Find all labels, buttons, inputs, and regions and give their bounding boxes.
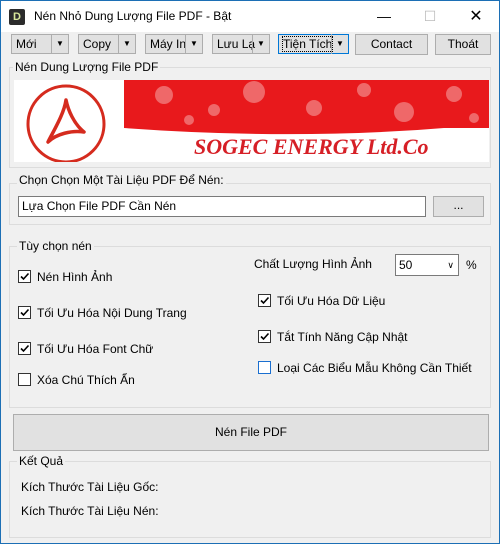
optimize-data-label: Tối Ưu Hóa Dữ Liệu (277, 294, 386, 308)
file-path-input[interactable]: Lựa Chọn File PDF Cần Nén (18, 196, 426, 217)
title-bar[interactable]: D Nén Nhỏ Dung Lượng File PDF - Bật — ☐ … (1, 1, 499, 32)
result-group (9, 461, 491, 538)
checkmark-icon (20, 308, 30, 317)
copy-dropdown[interactable]: Copy ▼ (78, 34, 136, 54)
checkmark-icon (20, 272, 30, 281)
new-dropdown[interactable]: Mới ▼ (11, 34, 69, 54)
close-button[interactable]: ✕ (453, 1, 499, 32)
chevron-down-icon: ∨ (447, 260, 454, 270)
contact-button[interactable]: Contact (355, 34, 428, 55)
chevron-down-icon: ▼ (118, 34, 135, 54)
compress-images-checkbox[interactable] (18, 270, 31, 283)
checkmark-icon (260, 332, 270, 341)
maximize-button[interactable]: ☐ (407, 1, 453, 32)
image-quality-select[interactable]: 50 ∨ (395, 254, 459, 276)
app-icon: D (9, 9, 25, 25)
file-group-label: Chọn Chọn Một Tài Liệu PDF Để Nén: (17, 173, 226, 187)
company-name: SOGEC ENERGY Ltd.Co (194, 134, 429, 159)
window-title: Nén Nhỏ Dung Lượng File PDF - Bật (34, 9, 232, 23)
banner-group-label: Nén Dung Lượng File PDF (13, 60, 161, 74)
chevron-down-icon: ▼ (185, 34, 202, 54)
printer-dropdown[interactable]: Máy In ▼ (145, 34, 203, 54)
checkmark-icon (260, 296, 270, 305)
chevron-down-icon: ▼ (331, 34, 348, 54)
optimize-content-checkbox[interactable] (18, 306, 31, 319)
compress-images-label: Nén Hình Ảnh (37, 270, 113, 284)
image-quality-value: 50 (399, 258, 413, 272)
optimize-content-label: Tối Ưu Hóa Nội Dung Trang (37, 306, 187, 320)
remove-forms-checkbox[interactable] (258, 361, 271, 374)
copy-label: Copy (83, 37, 112, 51)
chevron-down-icon: ▼ (252, 34, 269, 54)
utilities-label: Tiện Tích (281, 36, 334, 52)
save-label: Lưu Lạ (217, 37, 256, 51)
minimize-button[interactable]: — (361, 1, 407, 32)
result-group-label: Kết Quả (17, 454, 66, 468)
optimize-data-checkbox[interactable] (258, 294, 271, 307)
save-dropdown[interactable]: Lưu Lạ ▼ (212, 34, 270, 54)
disable-updates-checkbox[interactable] (258, 330, 271, 343)
remove-hidden-annotations-checkbox[interactable] (18, 373, 31, 386)
app-window: D Nén Nhỏ Dung Lượng File PDF - Bật — ☐ … (0, 0, 500, 544)
utilities-dropdown[interactable]: Tiện Tích ▼ (278, 34, 349, 54)
banner-graphic: SOGEC ENERGY Ltd.Co (14, 80, 489, 162)
percent-label: % (466, 258, 477, 272)
checkmark-icon (20, 344, 30, 353)
disable-updates-label: Tắt Tính Năng Cập Nhật (277, 330, 408, 344)
options-group-label: Tùy chọn nén (17, 239, 94, 253)
original-size-label: Kích Thước Tài Liệu Gốc: (21, 480, 159, 494)
company-banner: SOGEC ENERGY Ltd.Co (14, 80, 489, 162)
exit-button[interactable]: Thoát (435, 34, 491, 55)
printer-label: Máy In (150, 37, 187, 51)
optimize-fonts-checkbox[interactable] (18, 342, 31, 355)
image-quality-label: Chất Lượng Hình Ảnh (254, 257, 372, 271)
browse-button[interactable]: ... (433, 196, 484, 217)
chevron-down-icon: ▼ (51, 34, 68, 54)
compress-pdf-button[interactable]: Nén File PDF (13, 414, 489, 451)
remove-forms-label: Loại Các Biểu Mẫu Không Cần Thiết (277, 361, 472, 375)
new-label: Mới (16, 37, 37, 51)
remove-hidden-annotations-label: Xóa Chú Thích Ẩn (37, 373, 135, 387)
compressed-size-label: Kích Thước Tài Liệu Nén: (21, 504, 159, 518)
optimize-fonts-label: Tối Ưu Hóa Font Chữ (37, 342, 154, 356)
